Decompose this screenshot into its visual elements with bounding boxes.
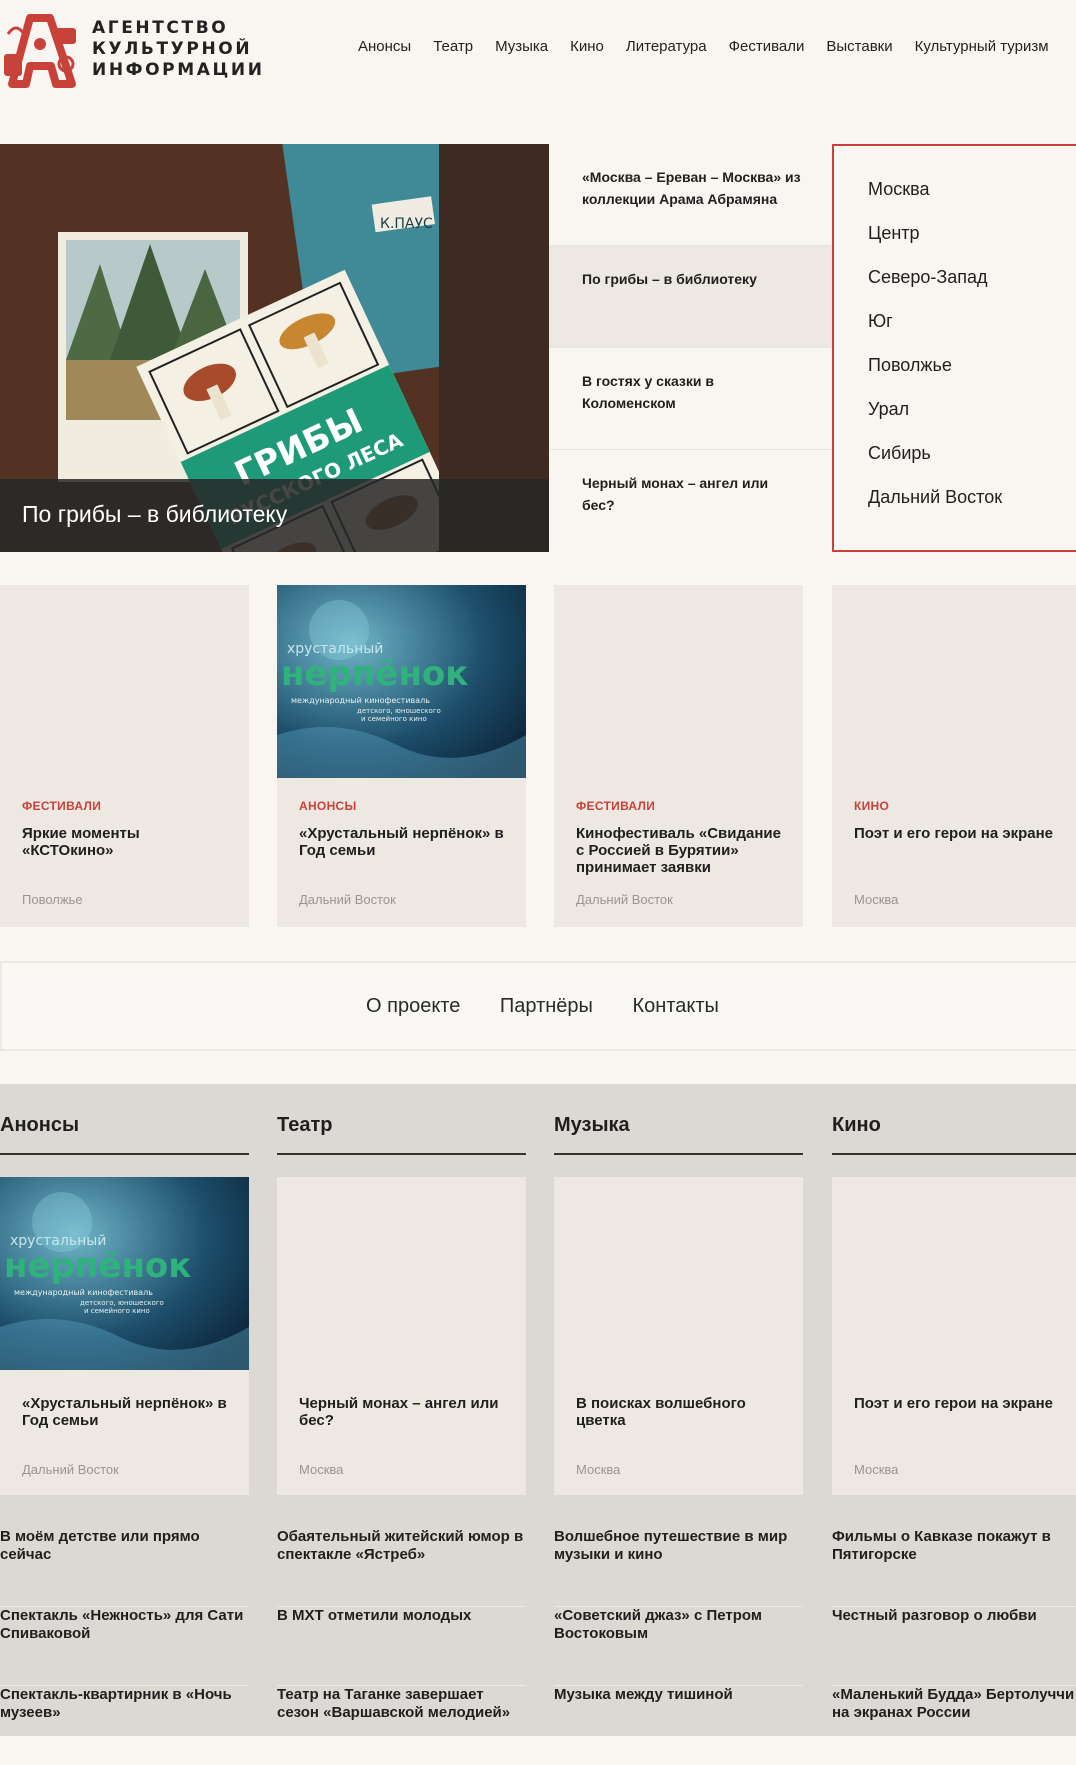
card-image: хрустальный нерпёнок международный киноф… <box>0 1177 249 1370</box>
card-category[interactable]: ФЕСТИВАЛИ <box>22 799 101 813</box>
list-item[interactable]: Театр на Таганке завершает сезон «Варшав… <box>277 1686 526 1765</box>
main-nav: Анонсы Театр Музыка Кино Литература Фест… <box>358 38 1071 55</box>
card-region[interactable]: Москва <box>299 1462 343 1477</box>
feed-item[interactable]: В гостях у сказки в Коломенском <box>549 348 834 450</box>
region-item-northwest[interactable]: Северо-Запад <box>868 266 1076 288</box>
card-title[interactable]: «Хрустальный нерпёнок» в Год семьи <box>22 1395 232 1429</box>
region-item-far-east[interactable]: Дальний Восток <box>868 486 1076 508</box>
list-item[interactable]: Честный разговор о любви <box>832 1607 1076 1686</box>
nav-item-exhibitions[interactable]: Выставки <box>826 38 892 55</box>
card-title[interactable]: В поисках волшебного цветка <box>576 1395 786 1429</box>
project-links-bar: О проекте Партнёры Контакты <box>0 961 1076 1051</box>
nav-item-culture-tourism[interactable]: Культурный туризм <box>915 38 1049 55</box>
hero-slide[interactable]: К.ПАУС ГРИБЫ РУССКОГО ЛЕСА По <box>0 144 549 552</box>
news-feed: «Москва – Ереван – Москва» из коллекции … <box>549 144 834 552</box>
nav-item-festivals[interactable]: Фестивали <box>729 38 805 55</box>
svg-text:нерпёнок: нерпёнок <box>4 1246 191 1286</box>
svg-text:международный кинофестиваль: международный кинофестиваль <box>14 1288 153 1297</box>
hero-caption[interactable]: По грибы – в библиотеку <box>0 479 549 552</box>
section-news-list: Обаятельный житейский юмор в спектакле «… <box>277 1528 526 1765</box>
list-item[interactable]: В моём детстве или прямо сейчас <box>0 1528 249 1607</box>
svg-text:детского, юношеского: детского, юношеского <box>80 1299 164 1307</box>
region-menu: Москва Центр Северо-Запад Юг Поволжье Ур… <box>832 144 1076 552</box>
nav-item-theatre[interactable]: Театр <box>433 38 473 55</box>
partners-link[interactable]: Партнёры <box>500 995 593 1017</box>
list-item[interactable]: Спектакль «Нежность» для Сати Спиваковой <box>0 1607 249 1686</box>
card-title[interactable]: Черный монах – ангел или бес? <box>299 1395 509 1429</box>
section-news-list: Фильмы о Кавказе покажут в Пятигорске Че… <box>832 1528 1076 1765</box>
section-card[interactable]: В поисках волшебного цветка Москва <box>554 1177 803 1495</box>
nav-item-cinema[interactable]: Кино <box>570 38 604 55</box>
book-spine-text: К.ПАУС <box>380 216 433 232</box>
list-item[interactable]: «Советский джаз» с Петром Востоковым <box>554 1607 803 1686</box>
section-divider <box>0 1153 249 1155</box>
article-card[interactable]: ФЕСТИВАЛИ Яркие моменты «КСТОкино» Повол… <box>0 585 249 927</box>
svg-text:детского, юношеского: детского, юношеского <box>357 707 441 715</box>
section-news-list: В моём детстве или прямо сейчас Спектакл… <box>0 1528 249 1765</box>
card-title[interactable]: Кинофестиваль «Свидание с Россией в Буря… <box>576 825 786 876</box>
nav-item-music[interactable]: Музыка <box>495 38 548 55</box>
card-image: хрустальный нерпёнок международный киноф… <box>277 585 526 778</box>
article-card[interactable]: КИНО Поэт и его герои на экране Москва <box>832 585 1076 927</box>
list-item[interactable]: Фильмы о Кавказе покажут в Пятигорске <box>832 1528 1076 1607</box>
region-item-south[interactable]: Юг <box>868 310 1076 332</box>
section-divider <box>832 1153 1076 1155</box>
section-heading[interactable]: Кино <box>832 1114 881 1137</box>
card-category[interactable]: ФЕСТИВАЛИ <box>576 799 655 813</box>
section-heading[interactable]: Музыка <box>554 1114 630 1137</box>
article-card[interactable]: хрустальный нерпёнок международный киноф… <box>277 585 526 927</box>
list-item[interactable]: «Маленький Будда» Бертолуччи на экранах … <box>832 1686 1076 1765</box>
card-region[interactable]: Москва <box>854 892 898 907</box>
list-item[interactable]: Обаятельный житейский юмор в спектакле «… <box>277 1528 526 1607</box>
section-divider <box>277 1153 526 1155</box>
nav-item-announcements[interactable]: Анонсы <box>358 38 411 55</box>
region-item-siberia[interactable]: Сибирь <box>868 442 1076 464</box>
section-divider <box>554 1153 803 1155</box>
card-region[interactable]: Москва <box>854 1462 898 1477</box>
svg-text:нерпёнок: нерпёнок <box>281 654 468 694</box>
logo-icon <box>4 14 76 88</box>
svg-text:и семейного кино: и семейного кино <box>361 715 427 723</box>
logo[interactable] <box>0 14 80 88</box>
card-region[interactable]: Дальний Восток <box>299 892 396 907</box>
card-title[interactable]: Поэт и его герои на экране <box>854 825 1064 842</box>
card-region[interactable]: Дальний Восток <box>22 1462 119 1477</box>
feed-item[interactable]: Черный монах – ангел или бес? <box>549 450 834 552</box>
festival-poster-image: хрустальный нерпёнок международный киноф… <box>277 585 526 778</box>
list-item[interactable]: Музыка между тишиной <box>554 1686 803 1765</box>
card-region[interactable]: Москва <box>576 1462 620 1477</box>
card-title[interactable]: Яркие моменты «КСТОкино» <box>22 825 232 859</box>
nav-item-literature[interactable]: Литература <box>626 38 707 55</box>
list-item[interactable]: Спектакль-квартирник в «Ночь музеев» <box>0 1686 249 1765</box>
region-item-volga[interactable]: Поволжье <box>868 354 1076 376</box>
region-item-ural[interactable]: Урал <box>868 398 1076 420</box>
svg-text:международный кинофестиваль: международный кинофестиваль <box>291 696 430 705</box>
card-category[interactable]: АНОНСЫ <box>299 799 357 813</box>
section-news-list: Волшебное путешествие в мир музыки и кин… <box>554 1528 803 1765</box>
list-item[interactable]: В МХТ отметили молодых <box>277 1607 526 1686</box>
about-link[interactable]: О проекте <box>366 995 460 1017</box>
contacts-link[interactable]: Контакты <box>633 995 719 1017</box>
section-card[interactable]: хрустальный нерпёнок международный киноф… <box>0 1177 249 1495</box>
feed-item-active[interactable]: По грибы – в библиотеку <box>549 246 834 348</box>
svg-text:и семейного кино: и семейного кино <box>84 1307 150 1315</box>
card-region[interactable]: Поволжье <box>22 892 83 907</box>
list-item[interactable]: Волшебное путешествие в мир музыки и кин… <box>554 1528 803 1607</box>
region-item-center[interactable]: Центр <box>868 222 1076 244</box>
card-category[interactable]: КИНО <box>854 799 889 813</box>
festival-poster-image: хрустальный нерпёнок международный киноф… <box>0 1177 249 1370</box>
card-title[interactable]: «Хрустальный нерпёнок» в Год семьи <box>299 825 509 859</box>
brand-name: АГЕНТСТВО КУЛЬТУРНОЙ ИНФОРМАЦИИ <box>92 18 265 80</box>
article-card[interactable]: ФЕСТИВАЛИ Кинофестиваль «Свидание с Росс… <box>554 585 803 927</box>
section-heading[interactable]: Театр <box>277 1114 332 1137</box>
region-item-moscow[interactable]: Москва <box>868 178 1076 200</box>
section-heading[interactable]: Анонсы <box>0 1114 79 1137</box>
section-card[interactable]: Черный монах – ангел или бес? Москва <box>277 1177 526 1495</box>
card-region[interactable]: Дальний Восток <box>576 892 673 907</box>
feed-item[interactable]: «Москва – Ереван – Москва» из коллекции … <box>549 144 834 246</box>
section-card[interactable]: Поэт и его герои на экране Москва <box>832 1177 1076 1495</box>
card-title[interactable]: Поэт и его герои на экране <box>854 1395 1064 1412</box>
